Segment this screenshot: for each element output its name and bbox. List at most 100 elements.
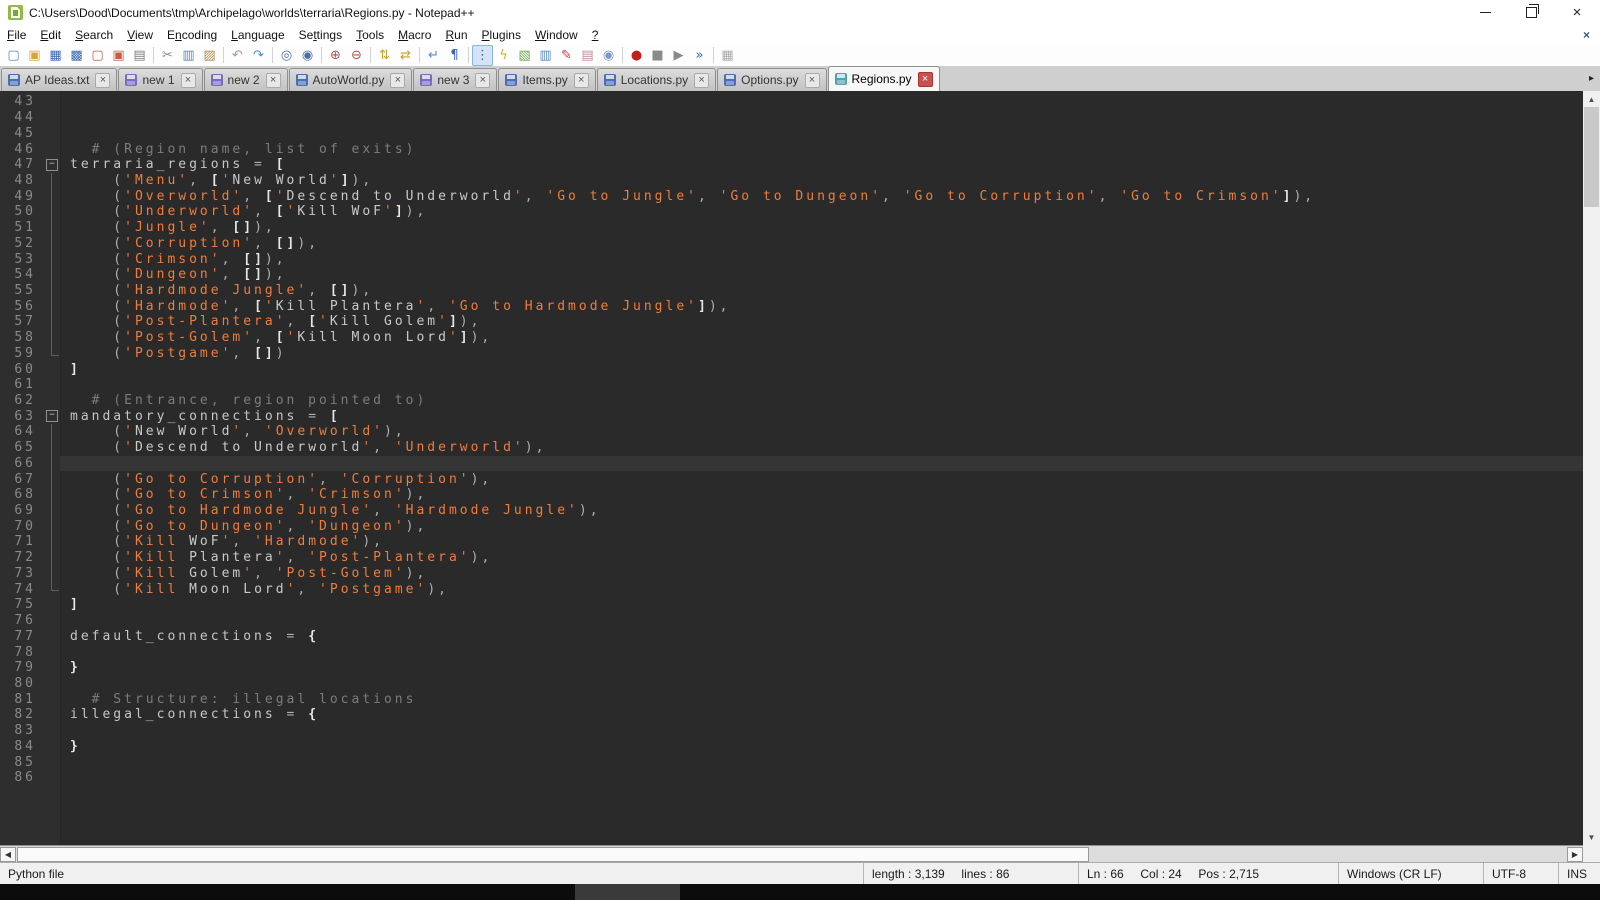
code-line-49[interactable]: 49 ('Overworld', ['Descend to Underworld… xyxy=(0,188,1583,204)
vertical-scrollbar[interactable]: ▲ ▼ xyxy=(1583,91,1600,845)
code-line-58[interactable]: 58 ('Post-Golem', ['Kill Moon Lord']), xyxy=(0,330,1583,346)
close-all-button[interactable]: ▣ xyxy=(108,45,129,66)
paste-button[interactable]: ▨ xyxy=(199,45,220,66)
menu-close-x-icon[interactable]: × xyxy=(1583,28,1590,42)
code-line-46[interactable]: 46 # (Region name, list of exits) xyxy=(0,141,1583,157)
document-list-button[interactable]: ▥ xyxy=(535,45,556,66)
tab-close-icon[interactable]: × xyxy=(475,73,490,88)
scroll-right-arrow[interactable]: ▶ xyxy=(1567,847,1583,862)
code-line-60[interactable]: 60] xyxy=(0,361,1583,377)
new-file-button[interactable]: ▢ xyxy=(3,45,24,66)
sync-horizontal-button[interactable]: ⇄ xyxy=(395,45,416,66)
redo-button[interactable]: ↷ xyxy=(248,45,269,66)
code-line-54[interactable]: 54 ('Dungeon', []), xyxy=(0,267,1583,283)
code-line-59[interactable]: 59 ('Postgame', []) xyxy=(0,346,1583,362)
code-line-55[interactable]: 55 ('Hardmode Jungle', []), xyxy=(0,283,1583,299)
code-line-66[interactable]: 66 ('Go to Jungle', 'Jungle'), xyxy=(0,456,1583,472)
macro-record-button[interactable]: ● xyxy=(626,45,647,66)
indent-guide-button[interactable]: ⋮ xyxy=(472,45,493,66)
tab-close-icon[interactable]: × xyxy=(181,73,196,88)
tab-close-icon[interactable]: × xyxy=(694,73,709,88)
code-line-83[interactable]: 83 xyxy=(0,723,1583,739)
menu-item-tools[interactable]: Tools xyxy=(349,26,391,44)
code-line-43[interactable]: 43 xyxy=(0,94,1583,110)
scroll-up-arrow[interactable]: ▲ xyxy=(1583,91,1600,107)
code-line-79[interactable]: 79} xyxy=(0,660,1583,676)
tab-new-1[interactable]: new 1× xyxy=(118,68,202,91)
code-line-72[interactable]: 72 ('Kill Plantera', 'Post-Plantera'), xyxy=(0,550,1583,566)
save-file-button[interactable]: ▦ xyxy=(45,45,66,66)
zoom-out-button[interactable]: ⊖ xyxy=(346,45,367,66)
code-line-82[interactable]: 82illegal_connections = { xyxy=(0,707,1583,723)
menu-item-settings[interactable]: Settings xyxy=(292,26,349,44)
menu-item-file[interactable]: File xyxy=(0,26,33,44)
horizontal-scrollbar[interactable]: ◀ ▶ xyxy=(0,845,1583,862)
save-all-button[interactable]: ▩ xyxy=(66,45,87,66)
replace-button[interactable]: ◉ xyxy=(297,45,318,66)
fold-collapse-icon[interactable]: − xyxy=(46,159,58,171)
tab-overflow-icon[interactable]: ▸ xyxy=(1589,73,1594,84)
vertical-scrollbar-thumb[interactable] xyxy=(1584,107,1599,207)
tab-new-3[interactable]: new 3× xyxy=(413,68,497,91)
tab-close-icon[interactable]: × xyxy=(805,73,820,88)
code-line-63[interactable]: 63−mandatory_connections = [ xyxy=(0,408,1583,424)
menu-item-window[interactable]: Window xyxy=(528,26,585,44)
menu-item-[interactable]: ? xyxy=(585,26,606,44)
trim-panel-button[interactable]: ▦ xyxy=(717,45,738,66)
find-button[interactable]: ◎ xyxy=(276,45,297,66)
open-file-button[interactable]: ▣ xyxy=(24,45,45,66)
macro-play-button[interactable]: ▶ xyxy=(668,45,689,66)
code-line-77[interactable]: 77default_connections = { xyxy=(0,628,1583,644)
show-all-characters-button[interactable]: ¶ xyxy=(444,45,465,66)
menu-item-plugins[interactable]: Plugins xyxy=(475,26,528,44)
code-line-64[interactable]: 64 ('New World', 'Overworld'), xyxy=(0,424,1583,440)
code-line-57[interactable]: 57 ('Post-Plantera', ['Kill Golem']), xyxy=(0,314,1583,330)
print-button[interactable]: ▤ xyxy=(129,45,150,66)
code-line-84[interactable]: 84} xyxy=(0,738,1583,754)
copy-button[interactable]: ▥ xyxy=(178,45,199,66)
file-monitor-eye-button[interactable]: ◉ xyxy=(598,45,619,66)
code-line-76[interactable]: 76 xyxy=(0,613,1583,629)
macro-edit-button[interactable]: ✎ xyxy=(556,45,577,66)
close-file-button[interactable]: ▢ xyxy=(87,45,108,66)
code-line-56[interactable]: 56 ('Hardmode', ['Kill Plantera', 'Go to… xyxy=(0,298,1583,314)
horizontal-scrollbar-thumb[interactable] xyxy=(17,847,1089,862)
code-line-47[interactable]: 47−terraria_regions = [ xyxy=(0,157,1583,173)
word-wrap-button[interactable]: ↵ xyxy=(423,45,444,66)
tab-autoworld-py[interactable]: AutoWorld.py× xyxy=(289,68,413,91)
menu-item-encoding[interactable]: Encoding xyxy=(160,26,224,44)
tab-close-icon[interactable]: × xyxy=(266,73,281,88)
code-line-75[interactable]: 75] xyxy=(0,597,1583,613)
document-map-button[interactable]: ▧ xyxy=(514,45,535,66)
scroll-down-arrow[interactable]: ▼ xyxy=(1583,829,1600,845)
code-line-68[interactable]: 68 ('Go to Crimson', 'Crimson'), xyxy=(0,487,1583,503)
code-line-61[interactable]: 61 xyxy=(0,377,1583,393)
restore-button[interactable] xyxy=(1508,0,1554,25)
code-line-50[interactable]: 50 ('Underworld', ['Kill WoF']), xyxy=(0,204,1583,220)
code-line-44[interactable]: 44 xyxy=(0,110,1583,126)
menu-item-search[interactable]: Search xyxy=(68,26,120,44)
menu-item-language[interactable]: Language xyxy=(224,26,292,44)
fold-collapse-icon[interactable]: − xyxy=(46,410,58,422)
tab-close-icon[interactable]: × xyxy=(390,73,405,88)
code-line-81[interactable]: 81 # Structure: illegal locations xyxy=(0,691,1583,707)
close-button[interactable]: × xyxy=(1554,0,1600,25)
cut-button[interactable]: ✂ xyxy=(157,45,178,66)
code-line-53[interactable]: 53 ('Crimson', []), xyxy=(0,251,1583,267)
menu-item-edit[interactable]: Edit xyxy=(33,26,68,44)
sync-vertical-button[interactable]: ⇅ xyxy=(374,45,395,66)
zoom-in-button[interactable]: ⊕ xyxy=(325,45,346,66)
folder-workspace-button[interactable]: ▤ xyxy=(577,45,598,66)
code-line-78[interactable]: 78 xyxy=(0,644,1583,660)
code-line-62[interactable]: 62 # (Entrance, region pointed to) xyxy=(0,393,1583,409)
code-line-74[interactable]: 74 ('Kill Moon Lord', 'Postgame'), xyxy=(0,581,1583,597)
tab-close-icon[interactable]: × xyxy=(574,73,589,88)
code-line-65[interactable]: 65 ('Descend to Underworld', 'Underworld… xyxy=(0,440,1583,456)
tab-options-py[interactable]: Options.py× xyxy=(717,68,826,91)
tab-close-icon[interactable]: × xyxy=(95,73,110,88)
tab-regions-py[interactable]: Regions.py× xyxy=(828,66,940,91)
code-line-71[interactable]: 71 ('Kill WoF', 'Hardmode'), xyxy=(0,534,1583,550)
code-line-80[interactable]: 80 xyxy=(0,676,1583,692)
scroll-left-arrow[interactable]: ◀ xyxy=(0,847,16,862)
minimize-button[interactable] xyxy=(1462,0,1508,25)
